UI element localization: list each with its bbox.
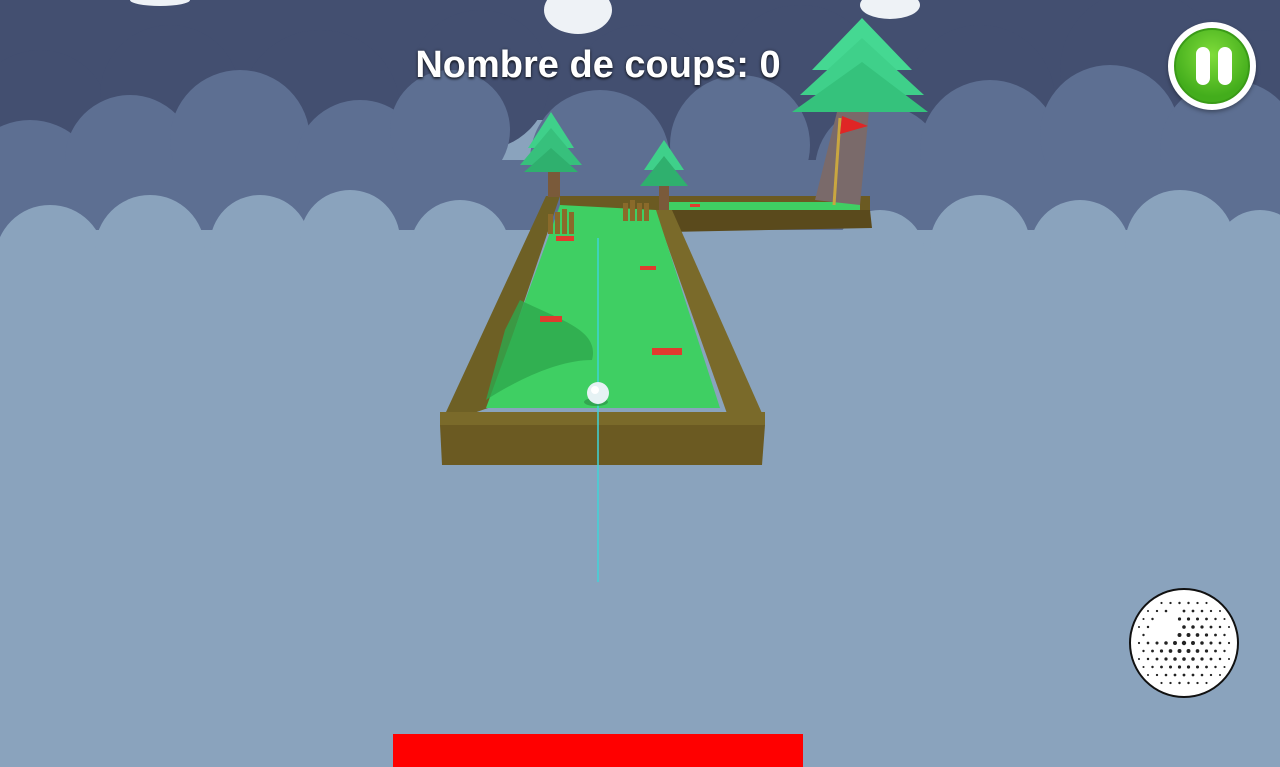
- course-front-wall: [440, 425, 765, 465]
- pause-bar-left: [1196, 47, 1210, 85]
- power-bar: [393, 734, 803, 767]
- stroke-counter: Nombre de coups: 0: [415, 44, 781, 86]
- golf-ball-icon: [1129, 588, 1239, 698]
- pause-icon: [1174, 28, 1250, 104]
- shoot-button[interactable]: [1127, 586, 1241, 700]
- game-scene[interactable]: [0, 0, 1280, 767]
- course-front-wall-top: [440, 412, 765, 425]
- pause-bar-right: [1218, 47, 1232, 85]
- pause-button[interactable]: [1168, 22, 1256, 110]
